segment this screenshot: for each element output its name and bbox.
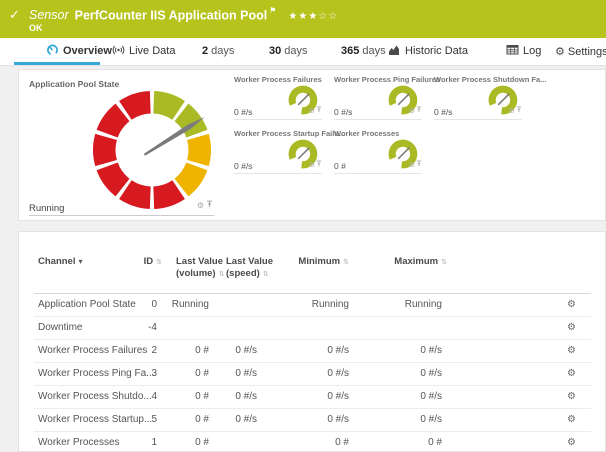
gear-icon[interactable]: ⚙ (197, 201, 204, 210)
channel-settings-icon[interactable]: ⚙ (567, 386, 576, 408)
mini-gauge-worker-process-shutdown-failures: Worker Process Shutdown Fa... 0 #/s ⚙ (434, 75, 522, 120)
tab-label: Overview (63, 45, 112, 57)
gauge-status-text: Running (29, 203, 64, 214)
sensor-status-badge: OK (29, 23, 43, 33)
overview-gauges-panel: Application Pool State Running ⚙ Worker … (18, 69, 606, 221)
broadcast-icon (112, 43, 125, 56)
mini-gauge-label: Worker Process Startup Failu... (234, 129, 345, 138)
pin-icon[interactable] (416, 160, 422, 167)
channel-settings-icon[interactable]: ⚙ (567, 340, 576, 362)
tab-2-days[interactable]: 2days (202, 38, 234, 65)
mini-gauge-label: Worker Process Shutdown Fa... (434, 75, 546, 84)
col-header-maximum[interactable]: Maximum⇅ (394, 256, 447, 268)
channel-name[interactable]: Worker Process Startup... (38, 409, 152, 431)
tab-label: Log (523, 45, 541, 57)
pin-icon[interactable] (316, 106, 322, 113)
chart-icon (388, 43, 401, 56)
gear-icon[interactable]: ⚙ (409, 107, 415, 115)
col-header-channel[interactable]: Channel▾ (38, 256, 83, 268)
tab-label: Settings (568, 46, 606, 58)
sensor-title: PerfCounter IIS Application Pool (75, 8, 268, 22)
pin-icon[interactable] (206, 200, 213, 208)
gear-icon[interactable]: ⚙ (409, 161, 415, 169)
mini-gauge-worker-processes: Worker Processes 0 # ⚙ (334, 129, 422, 174)
tab-label: Historic Data (405, 45, 468, 57)
tab-30-days[interactable]: 30days (269, 38, 308, 65)
channel-name[interactable]: Worker Process Failures (38, 340, 147, 362)
mini-gauge-value: 0 #/s (434, 107, 452, 117)
mini-gauge-worker-process-ping-failures: Worker Process Ping Failures 0 #/s ⚙ (334, 75, 422, 120)
table-row[interactable]: Worker Process Failures 2 0 # 0 #/s 0 #/… (34, 340, 591, 363)
channel-settings-icon[interactable]: ⚙ (567, 409, 576, 431)
stars-empty: ☆☆ (318, 11, 338, 22)
gear-icon[interactable]: ⚙ (309, 161, 315, 169)
sort-desc-icon: ▾ (78, 257, 82, 266)
col-header-last-value-volume[interactable]: Last Value (volume)⇅ (176, 256, 224, 280)
pin-icon[interactable] (416, 106, 422, 113)
mini-gauge-value: 0 #/s (234, 107, 252, 117)
tab-live-data[interactable]: Live Data (112, 38, 175, 65)
gear-icon[interactable]: ⚙ (509, 107, 515, 115)
tab-bar: Overview Live Data 2days 30days 365days … (0, 38, 606, 66)
pin-icon[interactable] (316, 160, 322, 167)
stars-filled: ★★★ (288, 11, 318, 22)
mini-gauge-worker-process-startup-failures: Worker Process Startup Failu... 0 #/s ⚙ (234, 129, 322, 174)
tab-overview[interactable]: Overview (46, 38, 112, 65)
sort-icon: ⇅ (263, 270, 269, 278)
table-row[interactable]: Worker Process Startup... 5 0 # 0 #/s 0 … (34, 409, 591, 432)
mini-gauge-label: Worker Process Failures (234, 75, 322, 84)
object-kind-label: Sensor (29, 8, 69, 22)
active-tab-underline (14, 62, 100, 65)
tab-label: Live Data (129, 45, 175, 57)
table-row[interactable]: Application Pool State 0 Running Running… (34, 294, 591, 317)
table-row[interactable]: Downtime -4 ⚙ (34, 317, 591, 340)
priority-stars[interactable]: ★★★☆☆ (288, 11, 338, 22)
priority-flag-icon[interactable]: ⚑ (269, 6, 276, 15)
sensor-header: ✓ Sensor PerfCounter IIS Application Pool… (0, 0, 606, 38)
channels-table-body: Application Pool State 0 Running Running… (34, 294, 591, 452)
tab-historic-data[interactable]: Historic Data (388, 38, 468, 65)
channel-name[interactable]: Application Pool State (38, 294, 136, 316)
channel-settings-icon[interactable]: ⚙ (567, 363, 576, 385)
sort-icon: ⇅ (441, 258, 447, 266)
gauge-status-footer: Running ⚙ (29, 198, 214, 216)
channel-name[interactable]: Worker Processes (38, 432, 120, 452)
channel-settings-icon[interactable]: ⚙ (567, 317, 576, 339)
mini-gauge-label: Worker Process Ping Failures (334, 75, 440, 84)
tab-settings[interactable]: ⚙Settings (555, 38, 606, 65)
channel-settings-icon[interactable]: ⚙ (567, 294, 576, 316)
tab-365-days[interactable]: 365days (341, 38, 386, 65)
tab-log[interactable]: Log (506, 38, 541, 65)
mini-gauge-value: 0 #/s (334, 107, 352, 117)
channel-name[interactable]: Worker Process Shutdo... (38, 386, 152, 408)
col-header-minimum[interactable]: Minimum⇅ (298, 256, 349, 268)
table-row[interactable]: Worker Process Ping Fa... 3 0 # 0 #/s 0 … (34, 363, 591, 386)
col-header-id[interactable]: ID⇅ (144, 256, 162, 268)
channels-table-panel: Channel▾ ID⇅ Last Value (volume)⇅ Last V… (18, 231, 606, 452)
gauge-icon (46, 43, 59, 56)
prtg-sensor-page: ✓ Sensor PerfCounter IIS Application Pool… (0, 0, 606, 452)
channel-name[interactable]: Downtime (38, 317, 82, 339)
pin-icon[interactable] (516, 106, 522, 113)
log-table-icon (506, 43, 519, 56)
gear-icon[interactable]: ⚙ (309, 107, 315, 115)
mini-gauge-value: 0 #/s (234, 161, 252, 171)
sort-icon: ⇅ (219, 270, 225, 278)
table-row[interactable]: Worker Processes 1 0 # 0 # 0 # ⚙ (34, 432, 591, 452)
sort-icon: ⇅ (156, 258, 162, 266)
ok-check-icon: ✓ (9, 8, 20, 23)
mini-gauge-worker-process-failures: Worker Process Failures 0 #/s ⚙ (234, 75, 322, 120)
channel-name[interactable]: Worker Process Ping Fa... (38, 363, 155, 385)
mini-gauge-value: 0 # (334, 161, 346, 171)
channel-settings-icon[interactable]: ⚙ (567, 432, 576, 452)
table-row[interactable]: Worker Process Shutdo... 4 0 # 0 #/s 0 #… (34, 386, 591, 409)
sort-icon: ⇅ (343, 258, 349, 266)
col-header-last-value-speed[interactable]: Last Value (speed)⇅ (226, 256, 273, 280)
mini-gauge-label: Worker Processes (334, 129, 399, 138)
gear-icon: ⚙ (555, 45, 565, 58)
